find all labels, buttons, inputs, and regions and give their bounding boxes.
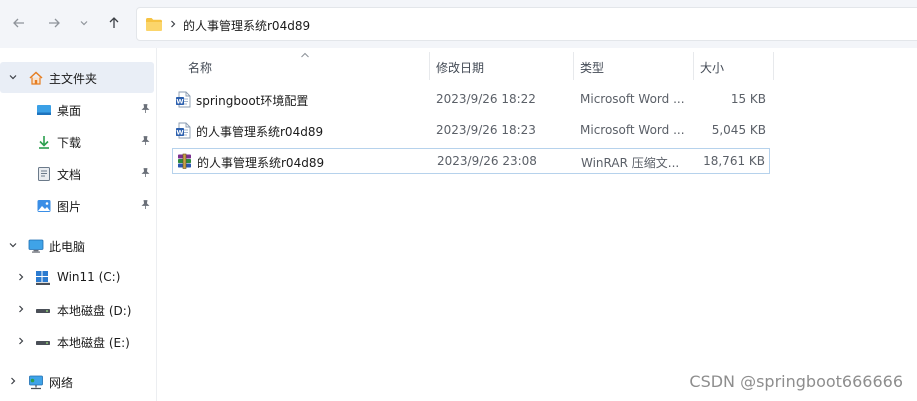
pin-icon [141,168,150,177]
navigation-bar: 的人事管理系统r04d89 [0,0,917,48]
sidebar-item-this-pc[interactable]: 此电脑 [0,233,156,259]
windows-drive-icon [36,271,50,285]
download-icon [39,136,49,149]
column-divider[interactable] [573,52,574,80]
chevron-down-icon[interactable] [8,240,18,250]
sidebar-item-label: 文档 [57,168,82,182]
up-button[interactable] [103,12,125,34]
file-row-selected[interactable]: 的人事管理系统r04d89 2023/9/26 23:08 WinRAR 压缩文… [172,148,770,174]
sort-ascending-icon [301,52,309,58]
pin-icon [141,136,150,145]
chevron-down-icon[interactable] [8,72,18,82]
sidebar-item-label: 网络 [49,376,74,390]
chevron-right-icon[interactable] [16,336,26,346]
pin-icon [141,104,150,113]
home-icon [29,71,43,85]
sidebar-item-network[interactable]: 网络 [0,369,156,395]
file-size: 15 KB [730,92,766,106]
sidebar-item-downloads[interactable]: 下载 [0,129,156,155]
navigation-pane: 主文件夹 桌面 下载 文档 图片 此电脑 Win11 (C:) 本地磁盘 (D:… [0,52,156,401]
sidebar-item-label: 图片 [57,200,82,214]
sidebar-item-label: 本地磁盘 (E:) [57,336,130,350]
column-header-size[interactable]: 大小 [700,59,724,76]
address-bar[interactable]: 的人事管理系统r04d89 [136,7,917,41]
sidebar-item-desktop[interactable]: 桌面 [0,97,156,123]
file-name: 的人事管理系统r04d89 [197,156,325,170]
file-row[interactable]: W springboot环境配置 2023/9/26 18:22 Microso… [172,87,770,113]
sidebar-item-drive-c[interactable]: Win11 (C:) [0,265,156,291]
breadcrumb-current-folder[interactable]: 的人事管理系统r04d89 [183,17,310,34]
sidebar-item-label: 本地磁盘 (D:) [57,304,132,318]
chevron-right-icon[interactable] [16,304,26,314]
network-icon [29,375,43,390]
svg-text:W: W [176,97,183,105]
forward-button[interactable] [43,12,65,34]
file-name: 的人事管理系统r04d89 [196,125,324,139]
file-date: 2023/9/26 18:22 [436,92,536,106]
drive-icon [36,341,50,345]
sidebar-item-label: 主文件夹 [49,72,98,86]
file-name: springboot环境配置 [196,94,309,108]
documents-icon [38,167,50,181]
chevron-right-icon [171,20,176,28]
column-divider[interactable] [429,52,430,80]
sidebar-item-label: 此电脑 [49,240,86,254]
chevron-down-icon [80,21,88,26]
file-row[interactable]: W 的人事管理系统r04d89 2023/9/26 18:23 Microsof… [172,118,770,144]
winrar-archive-icon [178,153,191,169]
recent-locations-button[interactable] [73,12,95,34]
sidebar-item-label: Win11 (C:) [57,270,121,284]
file-size: 5,045 KB [711,123,766,137]
watermark: CSDN @springboot666666 [689,372,903,391]
arrow-left-icon [13,18,24,28]
column-header-date[interactable]: 修改日期 [436,59,484,76]
arrow-up-icon [109,17,119,28]
sidebar-item-label: 下载 [57,136,82,150]
sidebar-item-drive-e[interactable]: 本地磁盘 (E:) [0,329,156,355]
computer-icon [28,239,44,253]
file-type: Microsoft Word ... [580,92,685,106]
column-divider[interactable] [773,52,774,80]
chevron-right-icon[interactable] [16,272,26,282]
desktop-icon [37,105,51,115]
column-header-type[interactable]: 类型 [580,59,604,76]
chevron-right-icon[interactable] [8,376,18,386]
file-size: 18,761 KB [703,154,765,168]
file-date: 2023/9/26 23:08 [437,154,537,168]
sidebar-item-label: 桌面 [57,104,82,118]
pictures-icon [37,200,51,212]
file-date: 2023/9/26 18:23 [436,123,536,137]
back-button[interactable] [8,12,30,34]
word-document-icon: W [176,91,191,108]
word-document-icon: W [176,122,191,139]
file-type: Microsoft Word ... [580,123,685,137]
arrow-right-icon [49,18,60,28]
column-header-name[interactable]: 名称 [188,59,212,76]
sidebar-item-drive-d[interactable]: 本地磁盘 (D:) [0,297,156,323]
column-divider[interactable] [693,52,694,80]
sidebar-item-home[interactable]: 主文件夹 [0,65,156,91]
folder-icon [146,18,162,31]
file-type: WinRAR 压缩文... [581,156,680,170]
pin-icon [141,200,150,209]
drive-icon [36,309,50,313]
sidebar-item-documents[interactable]: 文档 [0,161,156,187]
svg-text:W: W [176,128,183,136]
sidebar-item-pictures[interactable]: 图片 [0,193,156,219]
pane-splitter[interactable] [156,48,157,401]
